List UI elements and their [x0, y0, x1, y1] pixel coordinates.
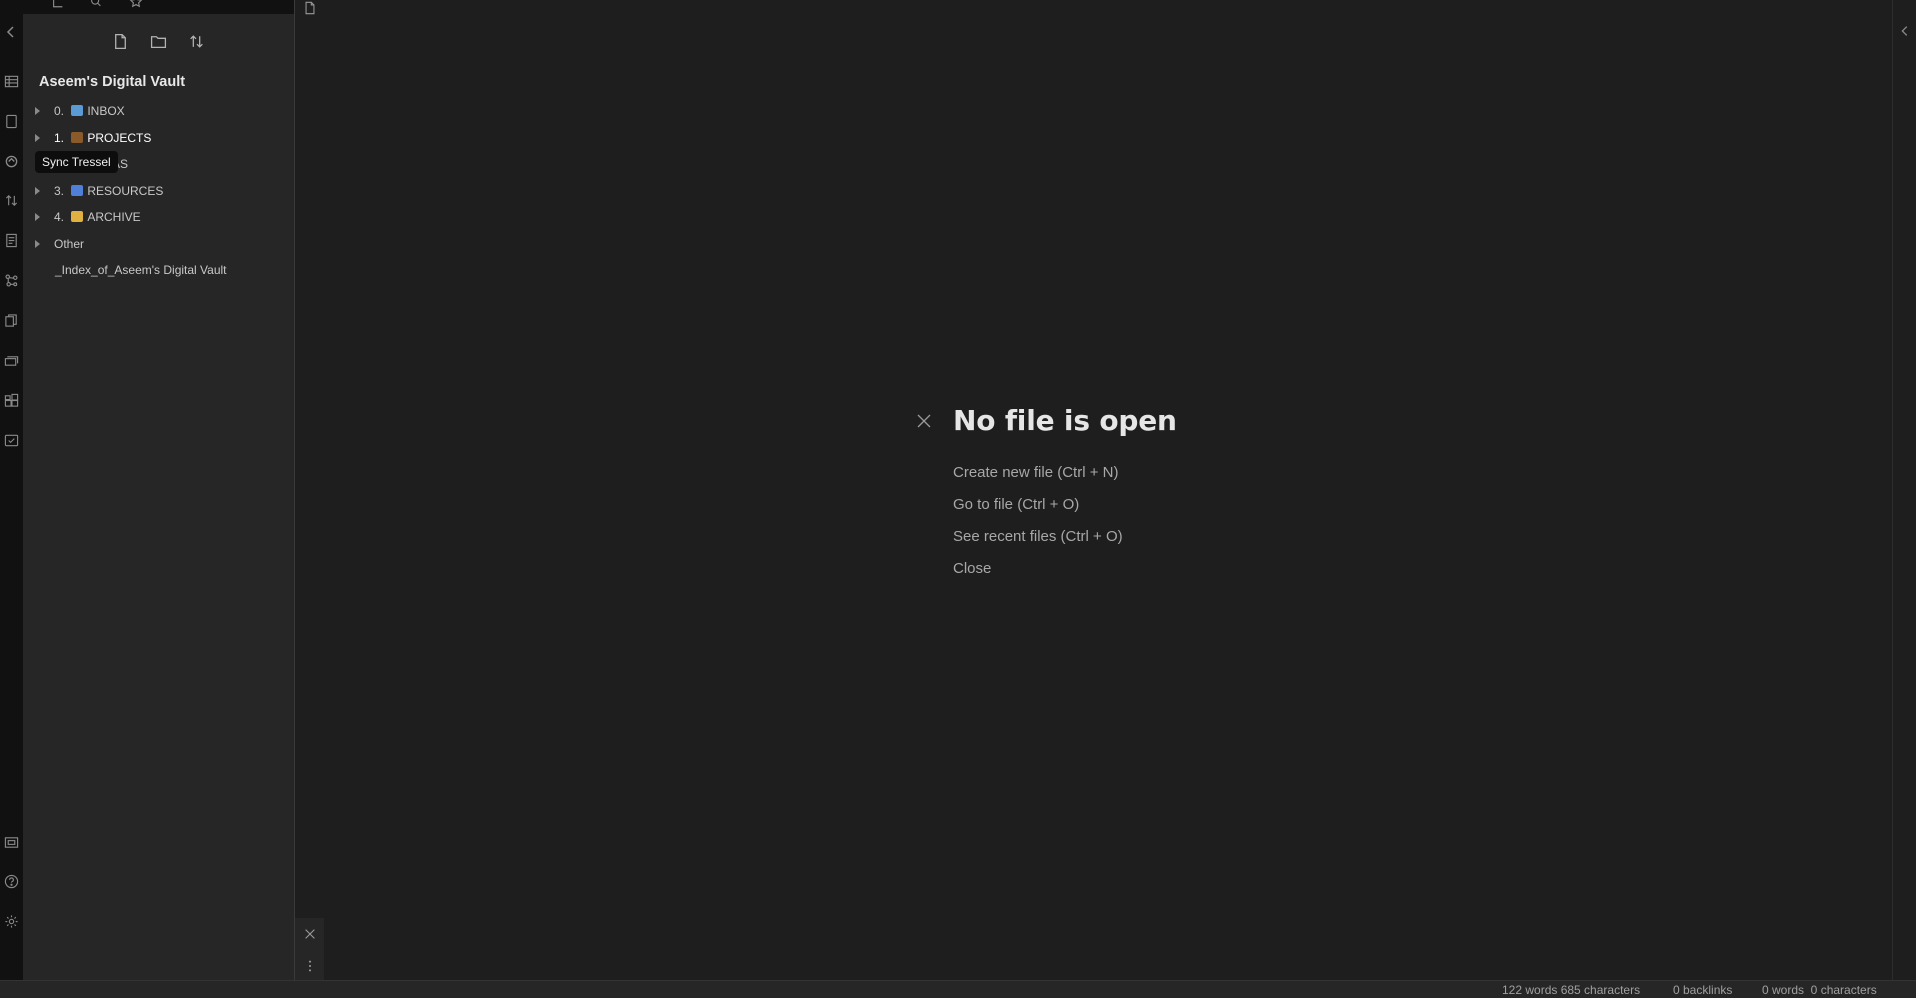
briefcase-emoji-icon [71, 131, 84, 143]
empty-state-actions: Create new file (Ctrl + N) Go to file (C… [953, 457, 1177, 585]
folder-label: INBOX [87, 104, 125, 119]
tree-file-index[interactable]: _Index_of_Aseem's Digital Vault [23, 257, 294, 284]
folder-label: Other [54, 236, 85, 251]
folder-number: 4. [54, 210, 68, 225]
books-emoji-icon [71, 184, 84, 196]
search-tab-icon[interactable] [87, 0, 105, 12]
folder-label: ARCHIVE [87, 210, 141, 225]
collapse-caret-icon[interactable] [35, 239, 40, 248]
create-new-file-link[interactable]: Create new file (Ctrl + N) [953, 457, 1177, 489]
backlinks-status[interactable]: 0 backlinks [1673, 983, 1732, 997]
sort-icon[interactable] [188, 32, 206, 50]
stack-icon[interactable] [3, 352, 19, 368]
tree-folder-inbox[interactable]: 0. INBOX [23, 98, 294, 125]
sync-icon[interactable] [3, 153, 19, 169]
see-recent-files-link[interactable]: See recent files (Ctrl + O) [953, 521, 1177, 553]
sync-tooltip: Sync Tressel [35, 151, 118, 173]
file-explorer-actions [23, 32, 294, 50]
word-count-status: 122 words 685 characters [1502, 983, 1641, 997]
files-tab-icon[interactable] [49, 0, 67, 12]
file-explorer-sidebar: Aseem's Digital Vault 0. INBOX 1. PROJEC… [23, 0, 294, 980]
collapse-caret-icon[interactable] [35, 213, 40, 222]
selection-count-status: 0 words 0 characters [1762, 983, 1877, 997]
file-tree: 0. INBOX 1. PROJECTS 2. AREAS 3. RESOURC… [23, 98, 294, 284]
folder-number: 0. [54, 104, 68, 119]
dashboard-icon[interactable] [3, 73, 19, 89]
folder-number: 1. [54, 130, 68, 145]
collapse-caret-icon[interactable] [35, 133, 40, 142]
tree-folder-archive[interactable]: 4. ARCHIVE [23, 204, 294, 231]
collapse-left-icon[interactable] [3, 24, 19, 40]
status-bar: 122 words 685 characters 0 backlinks 0 w… [0, 980, 1916, 998]
vault-switch-icon[interactable] [3, 834, 19, 850]
file-label: _Index_of_Aseem's Digital Vault [55, 263, 227, 278]
folder-emoji-icon [71, 211, 84, 223]
main-editor-area: No file is open Create new file (Ctrl + … [324, 0, 1892, 980]
tree-folder-other[interactable]: Other [23, 231, 294, 258]
new-folder-icon[interactable] [150, 32, 168, 50]
folder-label: RESOURCES [87, 183, 164, 198]
close-icon[interactable] [915, 412, 933, 430]
bookmarks-tab-icon[interactable] [127, 0, 145, 12]
folder-number: 3. [54, 183, 68, 198]
more-options-icon[interactable] [302, 958, 318, 974]
left-ribbon [0, 0, 23, 980]
tree-folder-resources[interactable]: 3. RESOURCES [23, 178, 294, 205]
folder-label: PROJECTS [87, 130, 152, 145]
vault-title[interactable]: Aseem's Digital Vault [39, 74, 185, 90]
collapsed-pane-strip [294, 0, 325, 980]
swap-icon[interactable] [3, 192, 19, 208]
sidebar-tab-header [23, 0, 294, 14]
empty-state: No file is open Create new file (Ctrl + … [917, 404, 1177, 585]
help-icon[interactable] [3, 873, 19, 889]
new-tab-icon[interactable] [302, 0, 318, 16]
expand-right-sidebar-icon[interactable] [1898, 24, 1912, 38]
graph-icon[interactable] [3, 272, 19, 288]
canvas-icon[interactable] [3, 113, 19, 129]
new-note-icon[interactable] [112, 32, 130, 50]
calendar-icon[interactable] [3, 432, 19, 448]
close-link[interactable]: Close [953, 553, 1177, 585]
close-pane-icon[interactable] [302, 926, 318, 942]
go-to-file-link[interactable]: Go to file (Ctrl + O) [953, 489, 1177, 521]
right-sidebar-collapsed [1892, 0, 1916, 980]
inbox-emoji-icon [71, 105, 84, 117]
extensions-icon[interactable] [3, 392, 19, 408]
empty-state-title: No file is open [953, 404, 1177, 437]
template-icon[interactable] [3, 232, 19, 248]
settings-icon[interactable] [3, 913, 19, 929]
collapse-caret-icon[interactable] [35, 186, 40, 195]
copy-icon[interactable] [3, 312, 19, 328]
collapse-caret-icon[interactable] [35, 107, 40, 116]
tree-folder-projects[interactable]: 1. PROJECTS [23, 125, 294, 152]
